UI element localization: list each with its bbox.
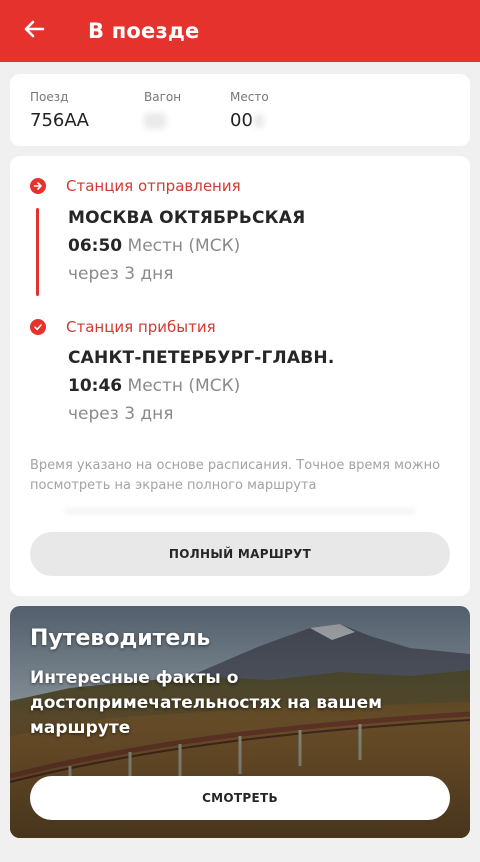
departure-arrow-icon (30, 178, 46, 194)
arrival-label: Станция прибытия (66, 318, 216, 336)
train-info: Поезд 756АА (30, 90, 89, 131)
seat-label: Место (230, 90, 269, 104)
departure-relative-date: через 3 дня (68, 264, 174, 284)
arrival-check-icon (30, 319, 46, 335)
view-guide-button[interactable]: СМОТРЕТЬ (30, 776, 450, 820)
arrival-timezone: Местн (МСК) (127, 376, 241, 396)
arrow-left-icon (23, 20, 45, 42)
seat-info: Место 00 (230, 90, 269, 131)
arrival-time: 10:46 Местн (МСК) (68, 376, 240, 396)
route-line (36, 208, 39, 296)
departure-label: Станция отправления (66, 177, 241, 195)
ticket-info-card: Поезд 756АА Вагон Место 00 (10, 74, 470, 146)
departure-station: МОСКВА ОКТЯБРЬСКАЯ (68, 208, 306, 228)
schedule-note: Время указано на основе расписания. Точн… (30, 458, 441, 493)
page-title: В поезде (88, 19, 200, 43)
car-label: Вагон (144, 90, 182, 104)
departure-time-value: 06:50 (68, 236, 123, 256)
car-value-redacted (144, 110, 181, 131)
arrival-time-value: 10:46 (68, 376, 123, 396)
train-label: Поезд (30, 90, 69, 104)
guide-title: Путеводитель (30, 626, 211, 651)
departure-timezone: Местн (МСК) (127, 236, 241, 256)
route-card: Станция отправления МОСКВА ОКТЯБРЬСКАЯ 0… (10, 156, 470, 596)
app-bar: В поезде (0, 0, 480, 62)
guide-description: Интересные факты о достопримечательностя… (30, 668, 382, 738)
seat-value: 00 (230, 110, 269, 131)
full-route-button[interactable]: ПОЛНЫЙ МАРШРУТ (30, 532, 450, 576)
arrival-relative-date: через 3 дня (68, 404, 174, 424)
departure-time: 06:50 Местн (МСК) (68, 236, 240, 256)
car-info: Вагон (144, 90, 181, 131)
divider (64, 508, 416, 514)
train-value: 756АА (30, 110, 89, 131)
arrival-station: САНКТ-ПЕТЕРБУРГ-ГЛАВН. (68, 348, 335, 368)
back-button[interactable] (2, 0, 66, 62)
guide-card[interactable]: Путеводитель Интересные факты о достопри… (10, 606, 470, 838)
